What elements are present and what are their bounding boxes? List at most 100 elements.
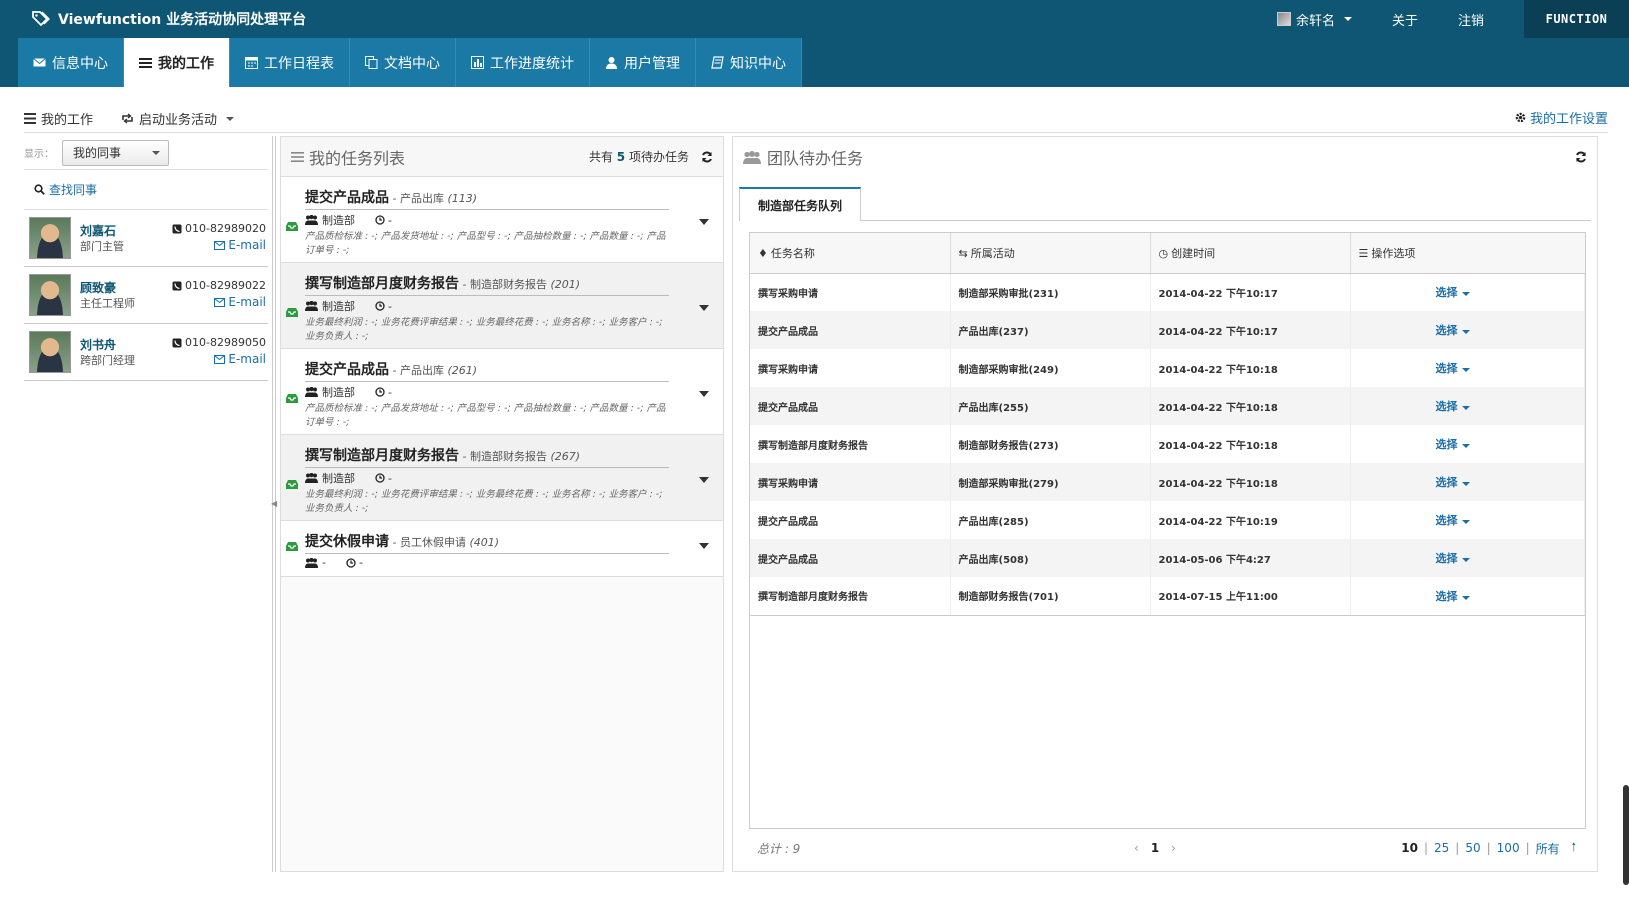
task-due: - [358,556,363,569]
about-link[interactable]: 关于 [1392,10,1418,29]
clock-icon: ◷ [1158,246,1169,260]
tab-my-work[interactable]: 我的工作 [124,38,230,87]
task-activity: - 员工休假申请 [389,536,466,549]
colleague-name[interactable]: 顾致豪 [80,279,116,296]
page-size-10[interactable]: 10 [1401,841,1418,855]
current-page[interactable]: 1 [1151,841,1159,855]
cell-time: 2014-04-22 下午10:17 [1150,273,1351,311]
arrow-up-icon[interactable]: 🠑 [1572,838,1576,859]
app-brand[interactable]: Viewfunction 业务活动协同处理平台 [32,9,306,29]
envelope-icon [33,58,46,67]
task-department: 制造部 [322,300,355,313]
my-task-list-panel: 我的任务列表 共有 5 项待办任务 提交产品成品 - 产品出库 (113) 制造… [280,136,724,872]
group-icon [305,557,318,568]
select-action-dropdown[interactable]: 选择 [1350,273,1585,311]
cell-activity: 制造部财务报告(273) [950,425,1151,463]
task-due: - [388,385,392,399]
gear-icon [1515,112,1526,123]
app-window: Viewfunction 业务活动协同处理平台 余轩名 关于 注销 FUNCTI… [0,0,1629,915]
colleague-item[interactable]: 刘书舟 跨部门经理 010-82989050 E-mail [24,324,268,381]
my-work-settings-link[interactable]: 我的工作设置 [1515,108,1608,127]
page-size-50[interactable]: 50 [1465,841,1480,855]
inbox-icon [286,480,298,489]
select-action-dropdown[interactable]: 选择 [1350,387,1585,425]
task-due: - [388,471,392,485]
logout-link[interactable]: 注销 [1458,10,1484,29]
avatar [29,274,71,316]
email-label: E-mail [228,295,266,309]
task-name: 撰写制造部月度财务报告 [305,448,459,464]
select-action-dropdown[interactable]: 选择 [1350,501,1585,539]
colleague-email-link[interactable]: E-mail [214,295,266,309]
prev-page-icon[interactable]: ‹ [1134,841,1139,855]
start-activity-dropdown[interactable]: 启动业务活动 [121,109,235,128]
colleague-item[interactable]: 顾致豪 主任工程师 010-82989022 E-mail [24,267,268,324]
page-scrollbar[interactable] [1623,785,1629,885]
page-size-100[interactable]: 100 [1497,841,1520,855]
task-due: - [388,299,392,313]
colleague-item[interactable]: 刘嘉石 部门主管 010-82989020 E-mail [24,210,268,267]
table-row: 提交产品成品 产品出库(285) 2014-04-22 下午10:19 选择 [750,501,1585,539]
tab-documents[interactable]: 文档中心 [350,38,456,87]
chevron-down-icon [1343,17,1352,21]
task-meta: 制造部 - [305,384,392,400]
task-item[interactable]: 提交休假申请 - 员工休假申请 (401) - - [281,521,723,577]
colleague-email-link[interactable]: E-mail [214,352,266,366]
clock-icon [375,215,385,225]
page-size-25[interactable]: 25 [1434,841,1449,855]
tab-progress-stats[interactable]: 工作进度统计 [456,38,590,87]
chevron-down-icon [1461,558,1470,562]
select-action-dropdown[interactable]: 选择 [1350,577,1585,616]
select-action-dropdown[interactable]: 选择 [1350,425,1585,463]
col-activity[interactable]: ⇆ 所属活动 [950,233,1151,274]
expand-toggle-icon[interactable] [699,305,709,311]
colleague-name[interactable]: 刘书舟 [80,336,116,353]
refresh-icon[interactable] [1575,151,1587,163]
group-icon [743,150,761,164]
colleague-filter-select[interactable]: 我的同事 [62,139,169,166]
task-title[interactable]: 撰写制造部月度财务报告 - 制造部财务报告 (267) [305,445,669,468]
colleague-name[interactable]: 刘嘉石 [80,222,116,239]
chevron-down-icon [1461,482,1470,486]
tab-info-center[interactable]: 信息中心 [18,38,124,87]
separator: | [1423,841,1429,855]
col-task-name[interactable]: ♦ 任务名称 [750,233,951,274]
task-meta: 制造部 - [305,212,392,228]
expand-toggle-icon[interactable] [699,219,709,225]
task-title[interactable]: 提交休假申请 - 员工休假申请 (401) [305,531,669,554]
colleague-email-link[interactable]: E-mail [214,238,266,252]
tab-schedule[interactable]: 工作日程表 [230,38,350,87]
expand-toggle-icon[interactable] [699,391,709,397]
user-menu[interactable]: 余轩名 [1276,10,1352,29]
tab-knowledge-center[interactable]: 知识中心 [696,38,802,87]
expand-toggle-icon[interactable] [699,543,709,549]
task-title[interactable]: 撰写制造部月度财务报告 - 制造部财务报告 (201) [305,273,669,296]
chevron-down-icon [1461,406,1470,410]
task-activity: - 制造部财务报告 [459,278,547,291]
col-created-time[interactable]: ◷ 创建时间 [1150,233,1351,274]
page-size-all[interactable]: 所有 [1536,840,1560,857]
tab-queue-manufacturing[interactable]: 制造部任务队列 [739,187,861,221]
next-page-icon[interactable]: › [1171,841,1176,855]
expand-toggle-icon[interactable] [699,477,709,483]
task-item[interactable]: 提交产品成品 - 产品出库 (261) 制造部 - 产品质检标准 : -; 产品… [281,349,723,435]
task-title[interactable]: 提交产品成品 - 产品出库 (113) [305,187,669,210]
select-action-dropdown[interactable]: 选择 [1350,349,1585,387]
task-item[interactable]: 撰写制造部月度财务报告 - 制造部财务报告 (201) 制造部 - 业务最终利润… [281,263,723,349]
cell-activity: 制造部财务报告(701) [950,577,1151,616]
select-action-dropdown[interactable]: 选择 [1350,311,1585,349]
tab-user-management[interactable]: 用户管理 [590,38,696,87]
select-action-dropdown[interactable]: 选择 [1350,463,1585,501]
select-action-dropdown[interactable]: 选择 [1350,539,1585,577]
cell-task: 提交产品成品 [750,539,951,577]
task-id: (267) [550,450,581,463]
collapse-arrow-icon[interactable]: ◀ [271,499,277,508]
panel-splitter[interactable]: ◀ [271,136,277,872]
show-filter-row: 显示： 我的同事 [24,136,268,170]
task-item[interactable]: 撰写制造部月度财务报告 - 制造部财务报告 (267) 制造部 - 业务最终利润… [281,435,723,521]
task-item[interactable]: 提交产品成品 - 产品出库 (113) 制造部 - 产品质检标准 : -; 产品… [281,177,723,263]
task-title[interactable]: 提交产品成品 - 产品出库 (261) [305,359,669,382]
phone-icon [172,338,182,347]
refresh-icon[interactable] [701,151,713,163]
find-colleague-link[interactable]: 查找同事 [24,170,268,210]
